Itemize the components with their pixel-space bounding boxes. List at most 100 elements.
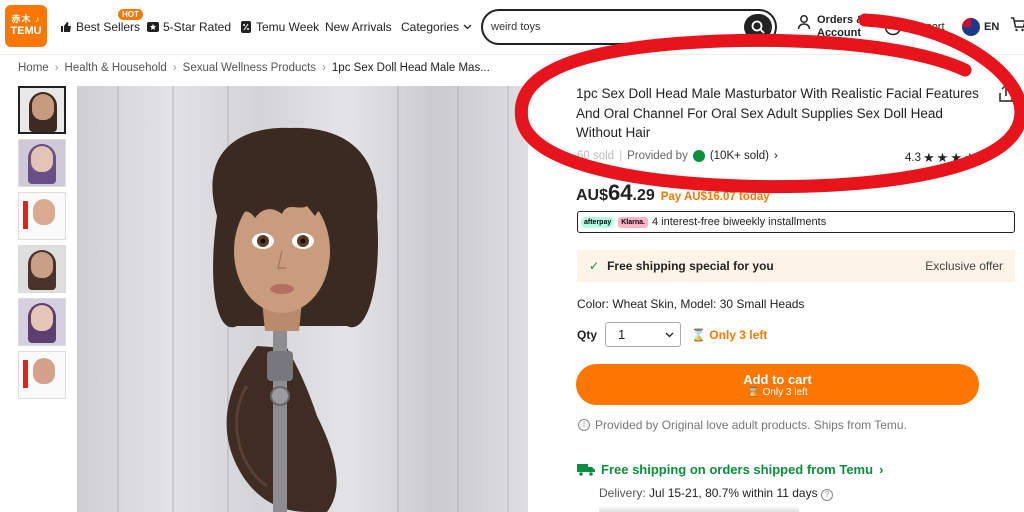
nav-five-star-rated[interactable]: 5-Star Rated bbox=[147, 20, 231, 34]
star-icon: ★ bbox=[923, 150, 935, 165]
orders-line2: Account bbox=[817, 26, 861, 39]
temu-logo[interactable]: 赤木 ♪ TEMU bbox=[5, 5, 47, 47]
add-to-cart-label: Add to cart bbox=[743, 371, 812, 387]
add-to-cart-button[interactable]: Add to cart ⌛ Only 3 left bbox=[576, 364, 979, 405]
installments-text: 4 interest-free biweekly installments bbox=[651, 216, 827, 228]
nav-best-sellers[interactable]: Best Sellers bbox=[60, 20, 140, 34]
provider-sold[interactable]: (10K+ sold) bbox=[710, 150, 769, 162]
breadcrumb-health[interactable]: Health & Household bbox=[65, 62, 167, 74]
support-label: Support bbox=[906, 21, 945, 33]
add-to-cart-sub: ⌛ Only 3 left bbox=[747, 386, 808, 398]
delivery-value: Jul 15-21, 80.7% within 11 days bbox=[649, 486, 818, 500]
chevron-right-icon: › bbox=[879, 462, 884, 477]
logo-text: TEMU bbox=[10, 24, 42, 37]
qty-label: Qty bbox=[577, 328, 598, 342]
breadcrumb-home[interactable]: Home bbox=[18, 62, 49, 74]
orders-line1: Orders & bbox=[817, 14, 865, 26]
doll-head-illustration bbox=[212, 127, 378, 512]
product-rating[interactable]: 4.3 ★ ★ ★ ★ ☆ bbox=[905, 150, 989, 166]
nav-label: 5-Star Rated bbox=[163, 20, 232, 34]
chevron-down-icon bbox=[463, 24, 472, 30]
hourglass-icon: ⌛ bbox=[691, 328, 706, 342]
sold-count: 60 sold bbox=[577, 150, 615, 162]
provided-note: i Provided by Original love adult produc… bbox=[578, 418, 907, 432]
nav-label: Categories bbox=[401, 20, 460, 34]
chevron-down-icon bbox=[665, 332, 674, 337]
breadcrumb-separator: › bbox=[322, 62, 326, 74]
free-shipping-orders-text: Free shipping on orders shipped from Tem… bbox=[601, 462, 874, 477]
afterpay-badge: afterpay bbox=[581, 216, 615, 228]
thumbnail-4[interactable] bbox=[18, 245, 66, 293]
australia-flag-icon bbox=[962, 18, 980, 36]
star-icon: ★ bbox=[950, 150, 962, 165]
product-title: 1pc Sex Doll Head Male Masturbator With … bbox=[576, 86, 979, 140]
language-selector[interactable]: EN bbox=[962, 18, 999, 36]
search-input[interactable] bbox=[491, 18, 741, 36]
store-logo-icon[interactable] bbox=[692, 150, 705, 162]
star-empty-icon: ☆ bbox=[977, 150, 990, 165]
breadcrumb-current: 1pc Sex Doll Head Male Mas... bbox=[331, 62, 490, 74]
logo-glyphs: 赤木 ♪ bbox=[11, 14, 41, 24]
nav-label: New Arrivals bbox=[325, 20, 392, 34]
breadcrumb-separator: › bbox=[54, 62, 59, 74]
breadcrumb: Home › Health & Household › Sexual Welln… bbox=[18, 62, 490, 74]
free-shipping-orders[interactable]: Free shipping on orders shipped from Tem… bbox=[577, 462, 883, 477]
klarna-badge: Klarna. bbox=[618, 216, 648, 228]
price-currency: AU$ bbox=[576, 187, 609, 204]
user-icon bbox=[797, 15, 811, 30]
qty-value: 1 bbox=[618, 327, 626, 342]
free-shipping-banner: ✓ Free shipping special for you Exclusiv… bbox=[577, 250, 1015, 282]
free-shipping-special: Free shipping special for you bbox=[607, 259, 774, 273]
rating-value: 4.3 bbox=[905, 152, 921, 164]
delivery-label: Delivery: bbox=[599, 486, 646, 500]
exclusive-offer: Exclusive offer bbox=[925, 259, 1003, 273]
only-left-text: Only 3 left bbox=[709, 328, 768, 342]
meta-divider: | bbox=[619, 150, 623, 162]
chat-support-icon bbox=[884, 18, 902, 36]
nav-temu-week[interactable]: Temu Week bbox=[240, 20, 319, 34]
star-icon: ★ bbox=[963, 150, 976, 165]
product-meta: 60 sold | Provided by (10K+ sold) › bbox=[577, 150, 778, 162]
pay-today: Pay AU$16.07 today bbox=[660, 191, 770, 203]
thumbnail-strip bbox=[18, 86, 66, 404]
thumbnail-5[interactable] bbox=[18, 298, 66, 346]
star-badge-icon bbox=[147, 22, 159, 32]
share-icon[interactable] bbox=[998, 84, 1014, 102]
thumbnail-3[interactable] bbox=[18, 192, 66, 240]
chevron-right-icon[interactable]: › bbox=[774, 150, 778, 162]
delivery-info: Delivery: Jul 15-21, 80.7% within 11 day… bbox=[599, 486, 833, 501]
provided-note-text: Provided by Original love adult products… bbox=[595, 418, 907, 432]
hot-badge: HOT bbox=[118, 9, 143, 20]
product-main-image[interactable] bbox=[77, 86, 528, 512]
nav-new-arrivals[interactable]: New Arrivals bbox=[325, 20, 392, 34]
breadcrumb-sexual-wellness[interactable]: Sexual Wellness Products bbox=[183, 62, 316, 74]
price-row: AU$ 64 .29 Pay AU$16.07 today bbox=[576, 180, 770, 206]
stock-warning: ⌛ Only 3 left bbox=[691, 328, 767, 342]
star-icon: ★ bbox=[936, 150, 949, 165]
color-model-label: Color: Wheat Skin, Model: 30 Small Heads bbox=[577, 297, 805, 311]
help-icon[interactable]: ? bbox=[820, 489, 833, 501]
thumbnail-1[interactable] bbox=[18, 86, 66, 134]
language-label: EN bbox=[984, 21, 1000, 33]
support-link[interactable]: Support bbox=[884, 18, 945, 36]
info-icon: i bbox=[578, 419, 590, 431]
provided-by-label: Provided by bbox=[627, 150, 688, 162]
breadcrumb-separator: › bbox=[172, 62, 177, 74]
qty-select[interactable]: 1 bbox=[605, 322, 681, 347]
thumbnail-6[interactable] bbox=[18, 351, 66, 399]
orders-account[interactable]: Orders & Account bbox=[797, 14, 864, 39]
percent-tag-icon bbox=[241, 21, 251, 33]
check-icon: ✓ bbox=[589, 259, 600, 273]
thumbnail-2[interactable] bbox=[18, 139, 66, 187]
price-decimal: .29 bbox=[632, 187, 655, 204]
search-box bbox=[481, 9, 777, 45]
installments-box[interactable]: afterpay Klarna. 4 interest-free biweekl… bbox=[577, 211, 1015, 233]
nav-categories[interactable]: Categories bbox=[401, 20, 472, 34]
search-button[interactable] bbox=[744, 14, 772, 40]
price-main: 64 bbox=[608, 180, 633, 205]
add-to-cart-sub-text: Only 3 left bbox=[762, 386, 808, 398]
truncated-row bbox=[599, 506, 799, 512]
cart-icon[interactable] bbox=[1010, 16, 1024, 32]
truck-icon bbox=[577, 464, 595, 476]
search-icon bbox=[751, 20, 765, 34]
